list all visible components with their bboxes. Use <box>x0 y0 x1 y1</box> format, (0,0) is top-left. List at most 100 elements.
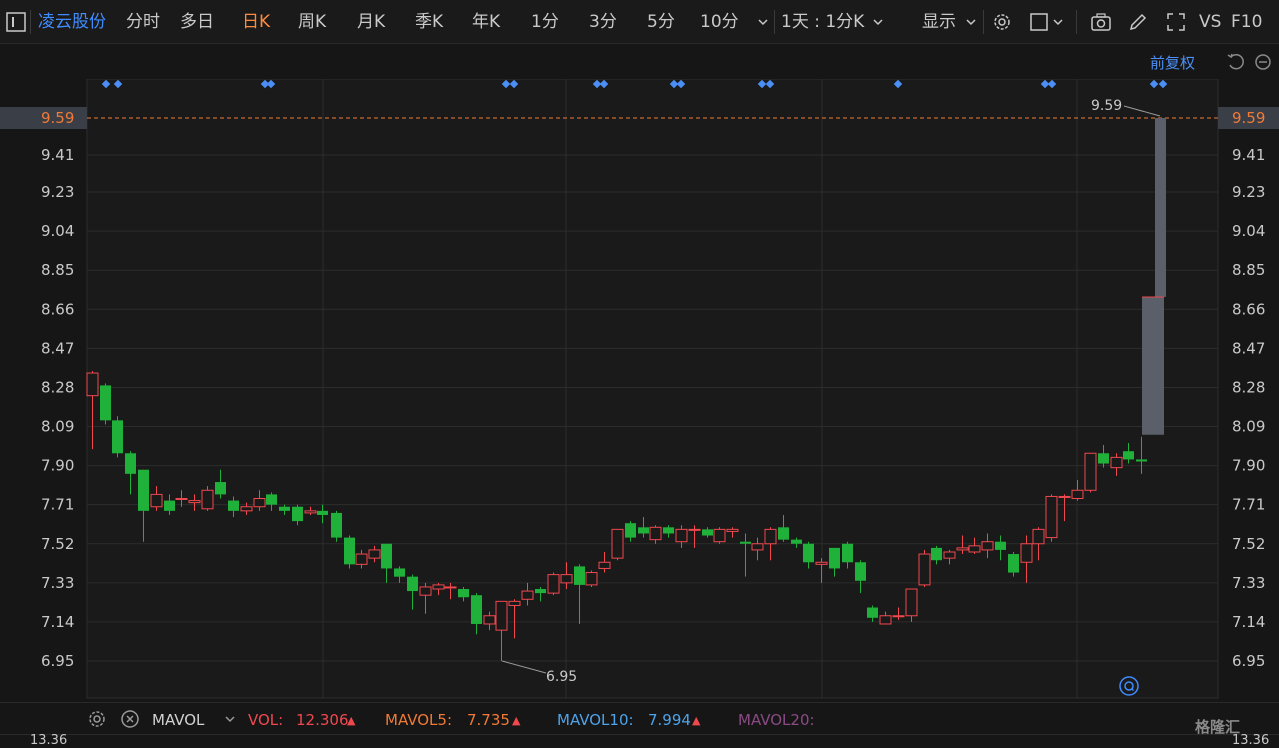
tab-3min[interactable]: 3分 <box>589 11 617 33</box>
zoom-out-icon[interactable] <box>1252 51 1276 75</box>
stock-title[interactable]: 凌云股份 <box>38 11 106 33</box>
chevron-down-icon[interactable] <box>1048 10 1072 34</box>
candle-body-down <box>1098 453 1109 464</box>
candle-body-up <box>355 553 368 565</box>
vol-label: VOL: <box>248 711 284 729</box>
tab-monthly-k[interactable]: 月K <box>357 11 385 33</box>
candle-body-down <box>279 506 290 511</box>
candle-body-down <box>625 523 636 538</box>
up-arrow-icon: ▲ <box>692 714 701 727</box>
top-toolbar: 凌云股份 分时 多日 日K 周K 月K 季K 年K 1分 3分 5分 10分 1… <box>0 0 1279 44</box>
search-icon[interactable] <box>1117 674 1141 698</box>
y-axis-tick-right: 8.85 <box>1232 261 1265 279</box>
interval-selector[interactable]: 1天 : 1分K <box>781 11 864 33</box>
y-axis-tick-left: 6.95 <box>41 652 74 670</box>
candle-body-up <box>751 543 764 551</box>
tab-5min[interactable]: 5分 <box>647 11 675 33</box>
y-axis-tick-left: 8.09 <box>41 418 74 436</box>
chevron-down-icon[interactable] <box>751 10 775 34</box>
y-axis-tick-left: 8.66 <box>41 300 74 318</box>
candle-body-down <box>829 547 840 569</box>
candle-body-down <box>778 527 789 540</box>
up-arrow-icon: ▲ <box>512 714 521 727</box>
y-axis-tick-right: 9.04 <box>1232 222 1265 240</box>
candle-body-up <box>253 498 266 508</box>
tab-10min[interactable]: 10分 <box>700 11 739 33</box>
candle-body-up <box>444 586 457 589</box>
camera-icon[interactable] <box>1089 10 1113 34</box>
candle-body-down <box>791 539 802 544</box>
candle-body-up <box>368 549 381 559</box>
tab-intraday[interactable]: 分时 <box>126 11 160 33</box>
close-icon[interactable] <box>118 707 142 731</box>
tab-yearly-k[interactable]: 年K <box>472 11 500 33</box>
candle-body-down <box>702 529 713 536</box>
y-axis-tick-left: 7.71 <box>41 496 74 514</box>
candle-body-down <box>331 512 342 538</box>
mavol10-value: 7.994 <box>648 711 691 729</box>
sidebar-toggle-icon[interactable] <box>4 10 28 34</box>
candle-body-up <box>956 547 969 551</box>
toolbar-divider <box>983 10 984 34</box>
candle-body-down <box>292 506 303 522</box>
candle-body-up <box>815 561 828 565</box>
candle-body-down <box>394 568 405 577</box>
y-axis-tick-left: 9.04 <box>41 222 74 240</box>
candle-body-down <box>638 527 649 534</box>
gear-icon[interactable] <box>990 10 1014 34</box>
candle-body-down <box>407 576 418 592</box>
candle-body-down <box>471 595 482 624</box>
y-axis-tick-left: 7.52 <box>41 535 74 553</box>
indicator-name[interactable]: MAVOL <box>152 711 204 729</box>
chevron-down-icon[interactable] <box>218 707 242 731</box>
tab-1min[interactable]: 1分 <box>531 11 559 33</box>
candle-body-up <box>675 528 688 543</box>
display-menu[interactable]: 显示 <box>922 11 956 33</box>
pencil-icon[interactable] <box>1126 10 1150 34</box>
chevron-down-icon[interactable] <box>959 10 983 34</box>
candle-body-down <box>855 562 866 581</box>
undo-icon[interactable] <box>1225 51 1249 75</box>
candle-body-up <box>175 498 188 501</box>
y-axis-tick-right: 7.90 <box>1232 457 1265 475</box>
y-axis-current-left: 9.59 <box>41 109 74 127</box>
tab-quarterly-k[interactable]: 季K <box>415 11 443 33</box>
candle-body-up <box>201 489 214 510</box>
vs-button[interactable]: VS <box>1199 11 1221 33</box>
candle-body-down <box>317 510 328 515</box>
low-price-label: 6.95 <box>546 669 577 685</box>
tab-weekly-k[interactable]: 周K <box>298 11 326 33</box>
y-axis-tick-left: 7.90 <box>41 457 74 475</box>
candle-body-up <box>483 615 496 625</box>
gear-icon[interactable] <box>85 707 109 731</box>
tab-multi-day[interactable]: 多日 <box>180 11 214 33</box>
adjust-mode-label[interactable]: 前复权 <box>1150 52 1195 73</box>
candle-body-up <box>150 493 163 508</box>
kline-chart[interactable]: 9.59 9.59 9.41 9.41 9.23 9.23 9.04 9.04 8.85 8.85… <box>0 44 1279 702</box>
candle-body-down <box>381 543 392 569</box>
mavol20-label: MAVOL20: <box>738 711 815 729</box>
y-axis-tick-left: 9.41 <box>41 146 74 164</box>
toolbar-divider <box>774 10 775 34</box>
candle-body-down <box>344 537 355 565</box>
candle-body-up <box>713 528 726 543</box>
candle-body-up <box>304 510 317 514</box>
candle-body-up <box>1084 452 1097 491</box>
candle-body-up <box>1045 495 1058 539</box>
kline-chart-canvas: 9.59 9.59 9.41 9.41 9.23 9.23 9.04 9.04 8.85 8.85… <box>0 44 1279 699</box>
tab-daily-k[interactable]: 日K <box>242 11 270 33</box>
candle-body-down <box>995 541 1006 550</box>
y-axis-tick-left: 7.14 <box>41 613 74 631</box>
candle-body-up <box>432 584 445 590</box>
candle-body-up <box>585 572 598 586</box>
f10-button[interactable]: F10 <box>1231 11 1262 33</box>
fullscreen-icon[interactable] <box>1164 10 1188 34</box>
volume-pane: 13.36 13.36 <box>0 733 1279 748</box>
chart-header-strip <box>0 44 1279 79</box>
candle-body-down <box>100 385 111 421</box>
y-axis-tick-right: 7.14 <box>1232 613 1265 631</box>
candle-body-up <box>547 574 560 594</box>
candle-body-down <box>803 543 814 563</box>
y-axis-current-right: 9.59 <box>1232 109 1265 127</box>
chevron-down-icon[interactable] <box>866 10 890 34</box>
